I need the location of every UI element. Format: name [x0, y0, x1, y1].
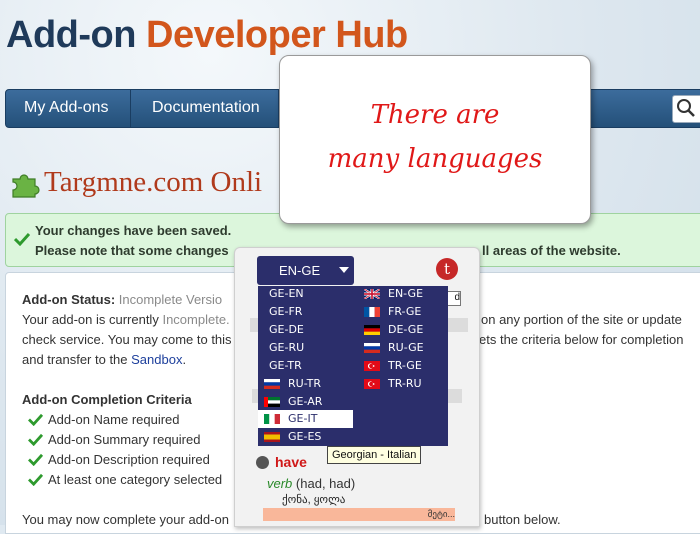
status-line3: and transfer to the Sandbox. — [22, 352, 186, 367]
status-inline-value: Incomplete. — [162, 312, 230, 327]
addon-status-label: Add-on Status: — [22, 292, 116, 307]
checkmark-icon — [28, 433, 43, 446]
lang-code: GE-ES — [288, 430, 322, 443]
status-line3-end: . — [182, 352, 187, 367]
status-line2-start: check service. You may come to this — [22, 332, 232, 347]
status-line1-start: Your add-on is currently Incomplete. — [22, 312, 230, 327]
lang-code: GE-AR — [288, 395, 323, 408]
headword: have — [275, 454, 307, 470]
lang-option-ru-ge[interactable]: RU-GE — [356, 339, 448, 357]
lang-code: GE-DE — [269, 323, 304, 336]
lang-code: GE-IT — [288, 412, 318, 425]
checkmark-icon — [28, 453, 43, 466]
search-button[interactable] — [672, 95, 700, 123]
turkey-flag-icon — [364, 361, 380, 371]
lang-code: FR-GE — [388, 305, 422, 318]
translator-logo[interactable]: t — [436, 258, 458, 280]
site-title-part1: Add-on — [6, 14, 136, 56]
germany-flag-icon — [364, 325, 380, 335]
uk-flag-icon — [364, 289, 380, 299]
lang-code: GE-TR — [269, 359, 302, 372]
site-title[interactable]: Add-on Developer Hub — [6, 14, 408, 57]
lang-code: EN-GE — [388, 287, 424, 300]
lang-option-ge-fr[interactable]: GE-FR — [258, 303, 353, 321]
addon-status-value: Incomplete Versio — [118, 292, 223, 307]
lang-option-ge-ar[interactable]: GE-AR — [258, 393, 353, 411]
status-line2-end: ets the criteria below for completion — [479, 332, 684, 347]
lang-code: GE-FR — [269, 305, 303, 318]
notice-line1: Your changes have been saved. — [35, 223, 232, 238]
france-flag-icon — [364, 307, 380, 317]
translation-text: ქონა, ყოლა — [282, 494, 346, 506]
nav-documentation[interactable]: Documentation — [134, 90, 278, 127]
status-text: Your add-on is currently — [22, 312, 159, 327]
callout-line2: many languages — [327, 144, 543, 174]
uae-flag-icon — [264, 397, 280, 407]
lang-option-ge-de[interactable]: GE-DE — [258, 321, 353, 339]
lang-code: GE-EN — [269, 287, 304, 300]
russia-flag-icon — [364, 343, 380, 353]
criteria-label: At least one category selected — [48, 472, 223, 487]
lang-code: RU-GE — [388, 341, 424, 354]
notice-line2-start: Please note that some changes — [35, 243, 229, 258]
more-bar[interactable]: მეტი... — [263, 508, 455, 521]
criteria-label: Add-on Summary required — [48, 432, 201, 447]
checkmark-icon — [14, 232, 30, 246]
criteria-label: Add-on Description required — [48, 452, 210, 467]
status-line1-end: on any portion of the site or update — [481, 312, 682, 327]
lang-option-ge-ru[interactable]: GE-RU — [258, 339, 353, 357]
nav-my-addons[interactable]: My Add-ons — [6, 90, 128, 127]
sandbox-link[interactable]: Sandbox — [131, 352, 182, 367]
language-pair-value: EN-GE — [279, 263, 321, 278]
part-of-speech-line: verb (had, had) — [267, 476, 355, 491]
russia-flag-icon — [264, 379, 280, 389]
lang-option-ge-it[interactable]: GE-IT — [258, 410, 353, 428]
part-of-speech: verb — [267, 476, 293, 491]
site-title-part2: Developer Hub — [146, 14, 408, 56]
lang-option-ge-tr[interactable]: GE-TR — [258, 357, 353, 375]
callout-line1: There are — [370, 100, 500, 130]
criteria-heading: Add-on Completion Criteria — [22, 392, 192, 407]
lang-option-tr-ru[interactable]: TR-RU — [356, 375, 448, 393]
italy-flag-icon — [264, 414, 280, 424]
lang-code: TR-RU — [388, 377, 422, 390]
lang-option-ge-es[interactable]: GE-ES — [258, 428, 353, 446]
word-row: have — [250, 454, 458, 472]
lang-option-en-ge[interactable]: EN-GE — [356, 285, 448, 303]
speaker-icon[interactable] — [256, 456, 269, 469]
puzzle-piece-icon — [12, 174, 40, 198]
checkmark-icon — [28, 473, 43, 486]
language-pair-select[interactable]: EN-GE — [257, 256, 354, 285]
word-forms: (had, had) — [295, 476, 356, 491]
addon-status: Add-on Status: Incomplete Versio — [22, 292, 222, 307]
page-title-text: Targmne.com Onli — [44, 166, 263, 198]
lang-option-ru-tr[interactable]: RU-TR — [258, 375, 353, 393]
lang-code: RU-TR — [288, 377, 322, 390]
checkmark-icon — [28, 413, 43, 426]
search-icon — [677, 99, 695, 117]
lang-code: GE-RU — [269, 341, 305, 354]
lang-option-fr-ge[interactable]: FR-GE — [356, 303, 448, 321]
turkey-flag-icon — [364, 379, 380, 389]
lang-option-ge-en[interactable]: GE-EN — [258, 285, 353, 303]
lang-option-de-ge[interactable]: DE-GE — [356, 321, 448, 339]
lang-option-tr-ge[interactable]: TR-GE — [356, 357, 448, 375]
notice-line2-end: ll areas of the website. — [482, 243, 621, 258]
callout-box: There are many languages — [279, 55, 591, 224]
spain-flag-icon — [264, 432, 280, 442]
lang-code: TR-GE — [388, 359, 422, 372]
lang-code: DE-GE — [388, 323, 424, 336]
criteria-label: Add-on Name required — [48, 412, 180, 427]
chevron-down-icon — [339, 267, 349, 273]
status-line3-start: and transfer to the — [22, 352, 128, 367]
nav-separator — [130, 90, 131, 127]
